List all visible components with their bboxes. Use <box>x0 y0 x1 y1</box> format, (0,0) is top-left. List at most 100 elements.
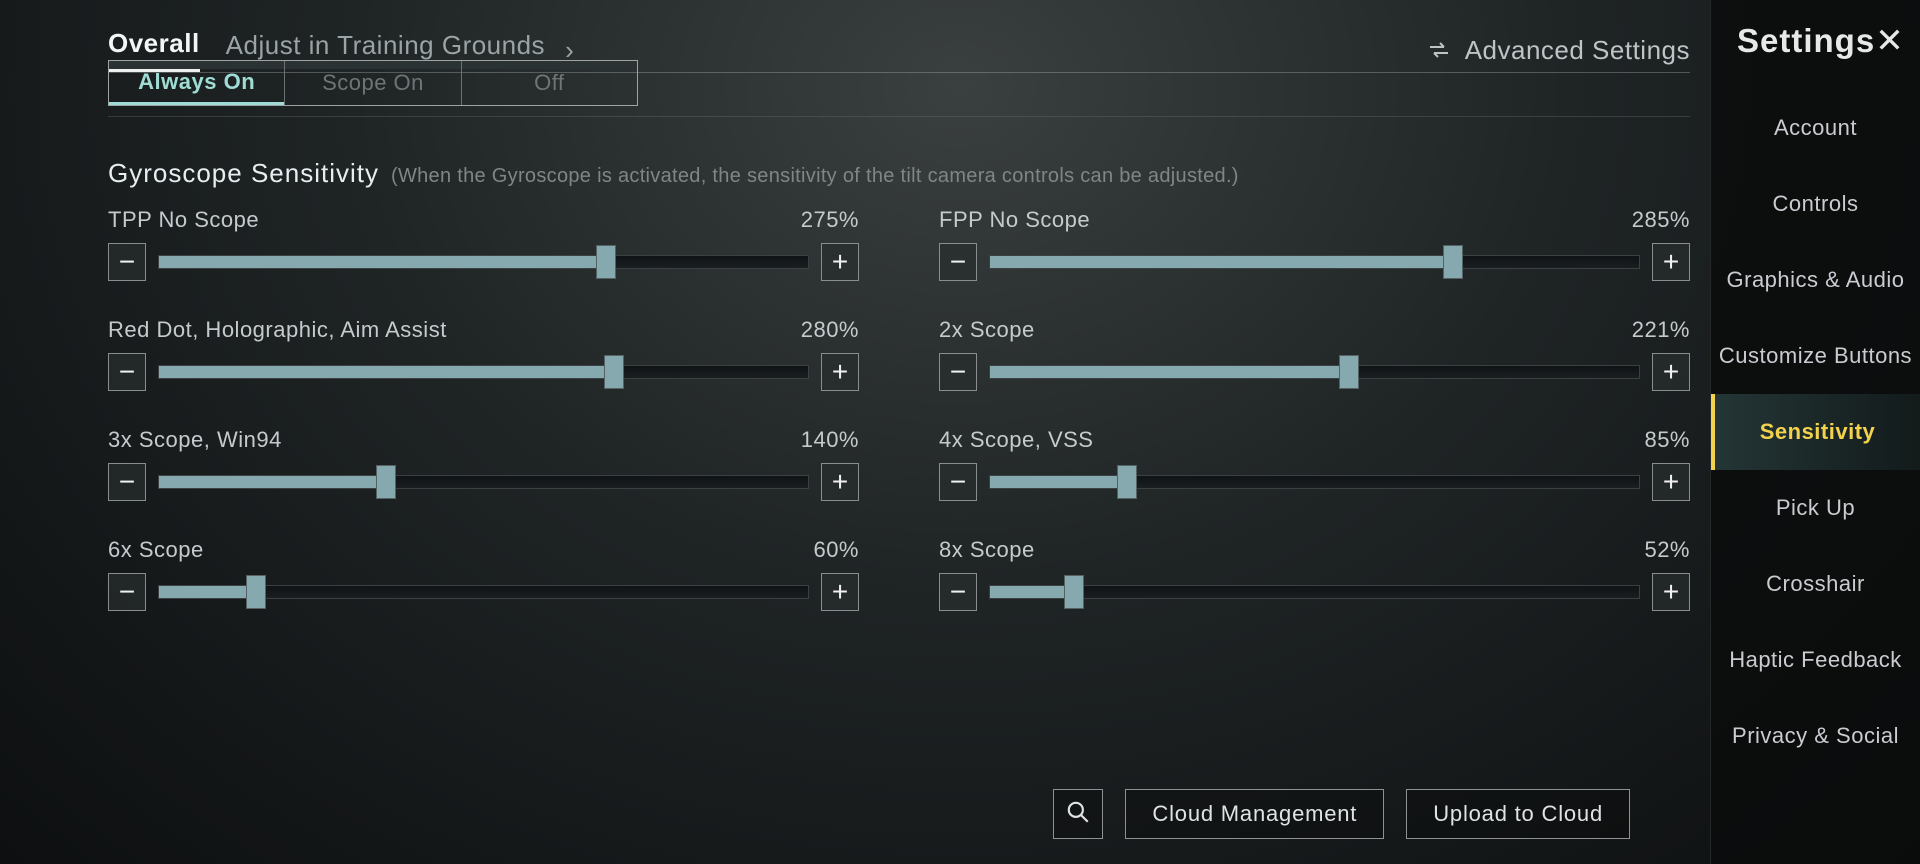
clip-overlay <box>462 61 637 69</box>
slider-header: FPP No Scope285% <box>939 207 1690 233</box>
slider-track[interactable] <box>989 361 1640 383</box>
slider-track[interactable] <box>158 471 809 493</box>
slider-thumb[interactable] <box>246 575 266 609</box>
section-hint: (When the Gyroscope is activated, the se… <box>391 165 1239 188</box>
slider-value: 285% <box>1632 207 1690 233</box>
decrease-button[interactable]: − <box>108 353 146 391</box>
sidebar-item-label: Crosshair <box>1766 571 1865 597</box>
slider-row: −+ <box>939 573 1690 611</box>
seg-scope-on[interactable]: Scope On <box>284 61 460 105</box>
slider-header: 8x Scope52% <box>939 537 1690 563</box>
slider-track[interactable] <box>158 581 809 603</box>
slider-thumb[interactable] <box>1064 575 1084 609</box>
slider-value: 140% <box>801 427 859 453</box>
sidebar-item-privacy-social[interactable]: Privacy & Social <box>1711 698 1920 774</box>
sidebar-item-label: Controls <box>1773 191 1859 217</box>
search-button[interactable] <box>1053 789 1103 839</box>
sidebar-item-haptic-feedback[interactable]: Haptic Feedback <box>1711 622 1920 698</box>
slider-row: −+ <box>939 353 1690 391</box>
slider-6x-scope: 6x Scope60%−+ <box>108 537 859 611</box>
decrease-button[interactable]: − <box>108 463 146 501</box>
slider-row: −+ <box>108 353 859 391</box>
decrease-button[interactable]: − <box>939 353 977 391</box>
slider-label: TPP No Scope <box>108 207 259 233</box>
decrease-button[interactable]: − <box>939 243 977 281</box>
increase-button[interactable]: + <box>1652 463 1690 501</box>
decrease-button[interactable]: − <box>939 573 977 611</box>
sidebar-item-controls[interactable]: Controls <box>1711 166 1920 242</box>
increase-button[interactable]: + <box>821 463 859 501</box>
decrease-button[interactable]: − <box>939 463 977 501</box>
increase-button[interactable]: + <box>821 353 859 391</box>
slider-thumb[interactable] <box>596 245 616 279</box>
slider-value: 52% <box>1644 537 1690 563</box>
increase-button[interactable]: + <box>821 573 859 611</box>
slider-4x-scope-vss: 4x Scope, VSS85%−+ <box>939 427 1690 501</box>
seg-always-on[interactable]: Always On <box>109 61 284 105</box>
slider-track[interactable] <box>989 581 1640 603</box>
sidebar-item-label: Haptic Feedback <box>1729 647 1902 673</box>
slider-thumb[interactable] <box>1443 245 1463 279</box>
sidebar-item-sensitivity[interactable]: Sensitivity <box>1711 394 1920 470</box>
sidebar-item-label: Privacy & Social <box>1732 723 1899 749</box>
slider-value: 60% <box>813 537 859 563</box>
page-title: Settings <box>1737 22 1875 60</box>
slider-value: 280% <box>801 317 859 343</box>
increase-button[interactable]: + <box>1652 573 1690 611</box>
sidebar-item-account[interactable]: Account <box>1711 90 1920 166</box>
upload-to-cloud-button[interactable]: Upload to Cloud <box>1406 789 1630 839</box>
slider-thumb[interactable] <box>1117 465 1137 499</box>
cloud-management-button[interactable]: Cloud Management <box>1125 789 1384 839</box>
divider <box>108 116 1690 117</box>
content-area: Gyroscope Sensitivity (When the Gyroscop… <box>108 130 1690 744</box>
sidebar-item-pick-up[interactable]: Pick Up <box>1711 470 1920 546</box>
slider-header: 3x Scope, Win94140% <box>108 427 859 453</box>
sidebar-item-customize-buttons[interactable]: Customize Buttons <box>1711 318 1920 394</box>
decrease-button[interactable]: − <box>108 573 146 611</box>
sidebar-item-graphics-audio[interactable]: Graphics & Audio <box>1711 242 1920 318</box>
slider-tpp-no-scope: TPP No Scope275%−+ <box>108 207 859 281</box>
decrease-button[interactable]: − <box>108 243 146 281</box>
increase-button[interactable]: + <box>1652 353 1690 391</box>
advanced-settings-link[interactable]: Advanced Settings <box>1427 35 1690 66</box>
sidebar-item-crosshair[interactable]: Crosshair <box>1711 546 1920 622</box>
search-icon <box>1065 799 1091 830</box>
slider-row: −+ <box>939 243 1690 281</box>
slider-row: −+ <box>108 573 859 611</box>
slider-fpp-no-scope: FPP No Scope285%−+ <box>939 207 1690 281</box>
slider-label: Red Dot, Holographic, Aim Assist <box>108 317 447 343</box>
seg-label: Off <box>534 70 564 96</box>
sidebar-list: Account Controls Graphics & Audio Customize… <box>1711 90 1920 774</box>
slider-track[interactable] <box>989 251 1640 273</box>
slider-label: 2x Scope <box>939 317 1035 343</box>
sidebar-item-label: Sensitivity <box>1760 419 1876 445</box>
slider-thumb[interactable] <box>1339 355 1359 389</box>
slider-thumb[interactable] <box>376 465 396 499</box>
slider-2x-scope: 2x Scope221%−+ <box>939 317 1690 391</box>
sidebar-item-label: Graphics & Audio <box>1727 267 1905 293</box>
slider-label: 6x Scope <box>108 537 204 563</box>
slider-track[interactable] <box>158 361 809 383</box>
slider-thumb[interactable] <box>604 355 624 389</box>
slider-header: 4x Scope, VSS85% <box>939 427 1690 453</box>
settings-sidebar: Settings ✕ Account Controls Graphics & Aud… <box>1710 0 1920 864</box>
gyro-mode-segmented: Always On Scope On Off <box>108 60 638 106</box>
sidebar-header: Settings ✕ <box>1711 0 1920 70</box>
section-title: Gyroscope Sensitivity <box>108 158 379 189</box>
seg-label: Always On <box>138 69 255 95</box>
bottom-bar: Cloud Management Upload to Cloud <box>0 764 1690 864</box>
seg-label: Scope On <box>322 70 424 96</box>
slider-row: −+ <box>108 243 859 281</box>
slider-track[interactable] <box>989 471 1640 493</box>
slider-row: −+ <box>108 463 859 501</box>
increase-button[interactable]: + <box>821 243 859 281</box>
slider-track[interactable] <box>158 251 809 273</box>
slider-header: Red Dot, Holographic, Aim Assist 280% <box>108 317 859 343</box>
seg-off[interactable]: Off <box>461 61 637 105</box>
slider-header: TPP No Scope 275% <box>108 207 859 233</box>
close-icon[interactable]: ✕ <box>1875 24 1904 58</box>
increase-button[interactable]: + <box>1652 243 1690 281</box>
section-header: Gyroscope Sensitivity (When the Gyroscop… <box>108 158 1690 189</box>
slider-row: −+ <box>939 463 1690 501</box>
slider-value: 275% <box>801 207 859 233</box>
